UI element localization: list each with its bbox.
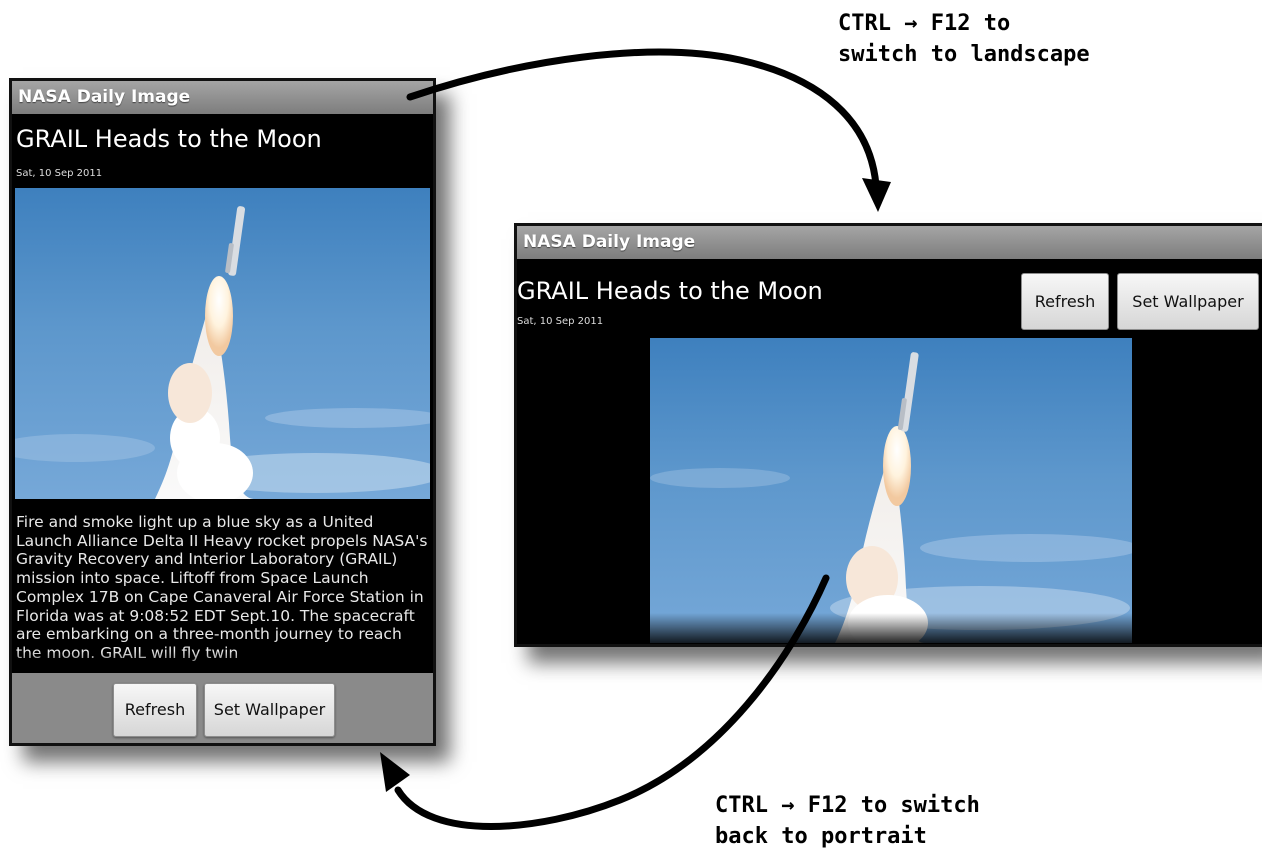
image-title: GRAIL Heads to the Moon [16,125,322,153]
portrait-screen: NASA Daily Image GRAIL Heads to the Moon… [9,78,436,746]
image-date: Sat, 10 Sep 2011 [517,316,604,327]
arrow-head-up-icon [380,752,410,792]
app-title-bar: NASA Daily Image [12,81,433,114]
image-description: Fire and smoke light up a blue sky as a … [16,513,430,673]
portrait-button-bar: Refresh Set Wallpaper [12,673,433,743]
arrow-head-down-icon [862,178,891,212]
callout-to-portrait: CTRL → F12 to switch back to portrait [715,790,980,852]
set-wallpaper-button[interactable]: Set Wallpaper [1117,273,1259,330]
set-wallpaper-button[interactable]: Set Wallpaper [204,683,335,737]
image-date: Sat, 10 Sep 2011 [16,168,103,179]
description-fade [16,651,430,673]
app-title-bar: NASA Daily Image [517,226,1262,259]
image-description-text: Fire and smoke light up a blue sky as a … [16,513,428,662]
refresh-button[interactable]: Refresh [1021,273,1109,330]
callout-to-landscape-line2: switch to landscape [838,42,1090,67]
callout-to-portrait-line1: CTRL → F12 to switch [715,793,980,818]
callout-to-landscape: CTRL → F12 to switch to landscape [838,8,1090,70]
callout-to-landscape-line1: CTRL → F12 to [838,11,1011,36]
callout-to-portrait-line2: back to portrait [715,824,927,849]
landscape-screen: NASA Daily Image GRAIL Heads to the Moon… [514,223,1262,647]
image-title: GRAIL Heads to the Moon [517,277,823,305]
arrow-to-landscape [406,48,880,189]
rocket-launch-image [650,338,1132,643]
refresh-button[interactable]: Refresh [113,683,197,737]
rocket-launch-image [15,188,430,499]
